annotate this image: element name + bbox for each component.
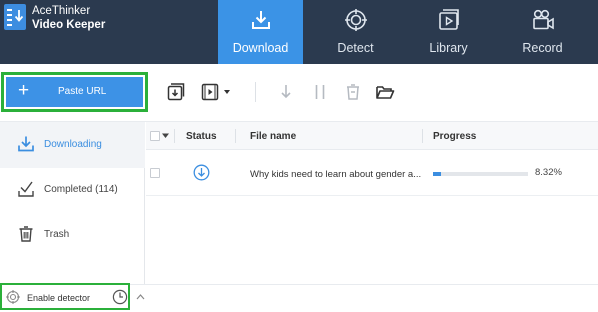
column-divider xyxy=(174,129,175,143)
download-icon xyxy=(18,136,34,152)
sidebar-item-label: Completed (114) xyxy=(44,184,118,195)
video-format-icon[interactable] xyxy=(200,82,220,102)
paste-url-label: Paste URL xyxy=(58,86,107,97)
download-progress-bar xyxy=(433,172,528,176)
row-checkbox[interactable] xyxy=(150,168,160,178)
sidebar-item-completed[interactable]: Completed (114) xyxy=(0,167,145,213)
video-camera-icon xyxy=(532,9,554,30)
select-all-checkbox[interactable] xyxy=(150,131,160,141)
check-icon xyxy=(18,181,34,197)
column-divider xyxy=(235,129,236,143)
pause-icon[interactable] xyxy=(310,82,330,102)
column-header-status[interactable]: Status xyxy=(186,131,217,142)
plus-icon: + xyxy=(18,80,30,101)
sidebar: Downloading Completed (114) Trash xyxy=(0,122,145,284)
delete-icon[interactable] xyxy=(343,82,363,102)
download-tray-icon xyxy=(251,11,270,29)
paste-url-button[interactable]: + Paste URL xyxy=(6,77,143,107)
video-library-icon xyxy=(438,9,459,30)
column-header-progress[interactable]: Progress xyxy=(433,131,476,142)
sidebar-item-label: Downloading xyxy=(44,139,102,150)
tab-record[interactable]: Record xyxy=(500,0,585,64)
resume-download-icon[interactable] xyxy=(276,82,296,102)
tab-download[interactable]: Download xyxy=(218,0,303,64)
row-file-name: Why kids need to learn about gender a... xyxy=(250,169,422,180)
app-logo-icon xyxy=(4,4,26,30)
sidebar-item-downloading[interactable]: Downloading xyxy=(0,122,145,168)
table-header: Status File name Progress xyxy=(146,122,598,150)
chevron-up-icon[interactable] xyxy=(136,293,145,300)
trash-icon xyxy=(19,226,33,242)
enable-detector-label[interactable]: Enable detector xyxy=(27,293,90,303)
crosshair-icon xyxy=(344,9,367,31)
tab-detect-label: Detect xyxy=(337,41,374,55)
sidebar-item-trash[interactable]: Trash xyxy=(0,212,145,258)
tab-record-label: Record xyxy=(522,41,563,55)
column-divider xyxy=(422,129,423,143)
copy-download-icon[interactable] xyxy=(166,82,186,102)
crosshair-icon[interactable] xyxy=(6,290,20,304)
tab-library[interactable]: Library xyxy=(406,0,491,64)
toolbar-divider xyxy=(255,82,256,102)
tab-detect[interactable]: Detect xyxy=(313,0,398,64)
chevron-down-icon[interactable] xyxy=(222,82,232,102)
top-header: AceThinker Video Keeper Download Detect xyxy=(0,0,598,64)
schedule-clock-icon[interactable] xyxy=(112,289,128,305)
sidebar-item-label: Trash xyxy=(44,229,70,240)
table-row[interactable]: Why kids need to learn about gender a...… xyxy=(146,150,598,196)
column-header-file-name[interactable]: File name xyxy=(250,131,296,142)
download-progress-percent: 8.32% xyxy=(535,167,562,178)
app-title-line2: Video Keeper xyxy=(32,19,106,31)
open-folder-icon[interactable] xyxy=(375,82,395,102)
tab-download-label: Download xyxy=(232,41,289,55)
app-title-line1: AceThinker xyxy=(32,5,91,17)
download-progress-fill xyxy=(433,172,441,176)
app-window: AceThinker Video Keeper Download Detect xyxy=(0,0,598,312)
app-title: AceThinker Video Keeper xyxy=(32,4,105,32)
chevron-down-icon[interactable] xyxy=(162,133,169,139)
downloading-status-icon xyxy=(193,164,210,181)
tab-library-label: Library xyxy=(429,41,468,55)
